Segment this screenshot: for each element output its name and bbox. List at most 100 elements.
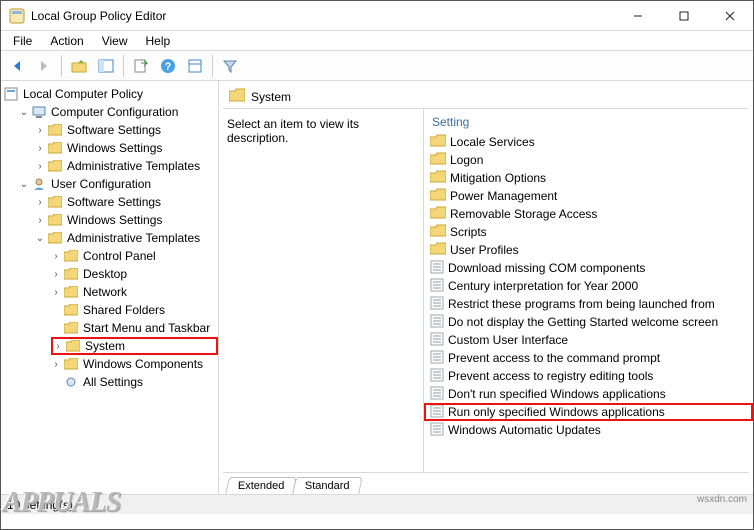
folder-icon [63,268,79,280]
setting-icon [430,404,444,421]
setting-folder-item[interactable]: Scripts [424,223,753,241]
setting-folder-item[interactable]: User Profiles [424,241,753,259]
show-hide-tree-button[interactable] [94,54,118,78]
right-pane: System Select an item to view its descri… [219,81,753,494]
tree-desktop[interactable]: ›Desktop [51,265,218,283]
filter-button[interactable] [218,54,242,78]
tree-shared-folders[interactable]: Shared Folders [51,301,218,319]
help-button[interactable]: ? [156,54,180,78]
tree-cc-windows-settings[interactable]: ›Windows Settings [35,139,218,157]
setting-item[interactable]: Don't run specified Windows applications [424,385,753,403]
properties-button[interactable] [183,54,207,78]
setting-icon [430,278,444,295]
folder-icon [229,88,245,105]
setting-item[interactable]: Century interpretation for Year 2000 [424,277,753,295]
folder-icon [430,170,446,186]
item-label: Logon [450,153,483,167]
user-icon [31,177,47,191]
setting-folder-item[interactable]: Locale Services [424,133,753,151]
menubar: File Action View Help [1,31,753,51]
app-icon [9,8,25,24]
tree-user-configuration[interactable]: ⌄ User Configuration [19,175,218,193]
setting-item[interactable]: Windows Automatic Updates [424,421,753,439]
tree-uc-windows-settings[interactable]: ›Windows Settings [35,211,218,229]
folder-icon [47,160,63,172]
tree-pane[interactable]: Local Computer Policy ⌄ Computer Configu… [1,81,219,494]
setting-folder-item[interactable]: Mitigation Options [424,169,753,187]
tree-cc-software-settings[interactable]: ›Software Settings [35,121,218,139]
folder-icon [47,232,63,244]
menu-help[interactable]: Help [138,32,179,50]
caret-right-icon: › [35,161,45,172]
setting-item[interactable]: Run only specified Windows applications [424,403,753,421]
tree-root[interactable]: Local Computer Policy [3,85,218,103]
tree-uc-software-settings[interactable]: ›Software Settings [35,193,218,211]
item-label: User Profiles [450,243,519,257]
setting-folder-item[interactable]: Power Management [424,187,753,205]
folder-icon [65,340,81,352]
tab-extended[interactable]: Extended [225,477,297,494]
setting-folder-item[interactable]: Removable Storage Access [424,205,753,223]
setting-item[interactable]: Prevent access to the command prompt [424,349,753,367]
caret-right-icon: › [35,125,45,136]
caret-right-icon: › [51,359,61,370]
setting-item[interactable]: Do not display the Getting Started welco… [424,313,753,331]
tree-uc-admin-templates[interactable]: ⌄Administrative Templates [35,229,218,247]
item-label: Century interpretation for Year 2000 [448,279,638,293]
forward-button[interactable] [32,54,56,78]
caret-right-icon: › [53,341,63,352]
titlebar: Local Group Policy Editor [1,1,753,31]
setting-icon [430,260,444,277]
caret-down-icon: ⌄ [35,233,45,244]
setting-item[interactable]: Custom User Interface [424,331,753,349]
folder-icon [63,304,79,316]
folder-icon [47,196,63,208]
tree-network[interactable]: ›Network [51,283,218,301]
column-header-setting[interactable]: Setting [424,109,753,133]
caret-right-icon: › [51,251,61,262]
menu-file[interactable]: File [5,32,40,50]
setting-item[interactable]: Prevent access to registry editing tools [424,367,753,385]
tree-cc-admin-templates[interactable]: ›Administrative Templates [35,157,218,175]
caret-down-icon: ⌄ [19,107,29,118]
back-button[interactable] [5,54,29,78]
folder-icon [430,152,446,168]
window-title: Local Group Policy Editor [31,9,615,23]
caret-right-icon: › [51,287,61,298]
item-label: Run only specified Windows applications [448,405,665,419]
setting-folder-item[interactable]: Logon [424,151,753,169]
main-split: Local Computer Policy ⌄ Computer Configu… [1,81,753,494]
settings-column[interactable]: Setting Locale Services Logon Mitigation O… [424,109,753,472]
export-button[interactable] [129,54,153,78]
toolbar: ? [1,51,753,81]
tree-control-panel[interactable]: ›Control Panel [51,247,218,265]
setting-item[interactable]: Restrict these programs from being launc… [424,295,753,313]
setting-icon [430,296,444,313]
setting-icon [430,386,444,403]
settings-icon [63,375,79,389]
folder-icon [47,142,63,154]
folder-icon [63,322,79,334]
right-header-title: System [251,90,291,104]
menu-action[interactable]: Action [42,32,91,50]
tree-windows-components[interactable]: ›Windows Components [51,355,218,373]
folder-icon [430,188,446,204]
folder-icon [47,124,63,136]
up-button[interactable] [67,54,91,78]
tab-standard[interactable]: Standard [293,477,363,494]
tree-all-settings[interactable]: All Settings [51,373,218,391]
close-button[interactable] [707,1,753,30]
statusbar: 10 setting(s) [1,494,753,514]
item-label: Custom User Interface [448,333,568,347]
tree-system[interactable]: ›System [51,337,218,355]
maximize-button[interactable] [661,1,707,30]
menu-view[interactable]: View [94,32,136,50]
item-label: Power Management [450,189,557,203]
item-label: Removable Storage Access [450,207,597,221]
tree-computer-configuration[interactable]: ⌄ Computer Configuration [19,103,218,121]
setting-item[interactable]: Download missing COM components [424,259,753,277]
minimize-button[interactable] [615,1,661,30]
tree-start-menu[interactable]: Start Menu and Taskbar [51,319,218,337]
caret-right-icon: › [51,269,61,280]
description-prompt: Select an item to view its description. [227,117,415,145]
